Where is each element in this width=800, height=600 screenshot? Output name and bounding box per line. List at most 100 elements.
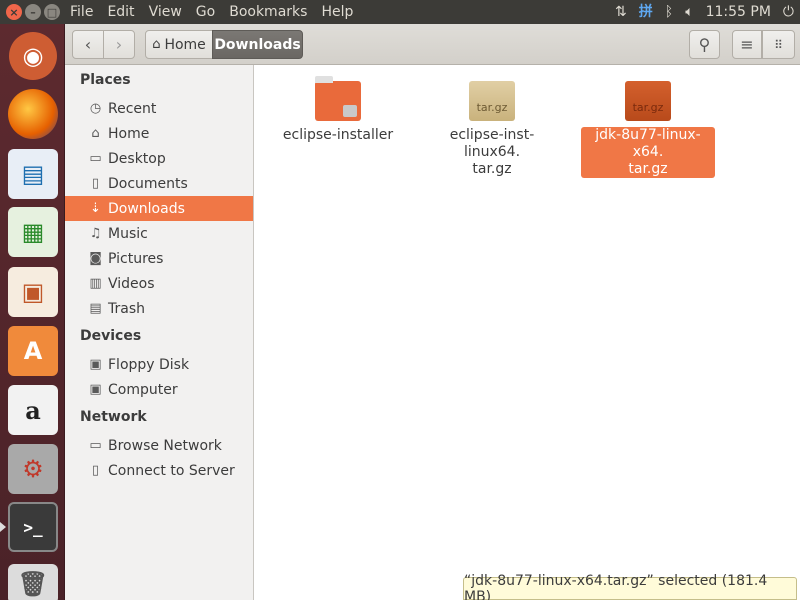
sidebar-item-label: Computer <box>108 381 178 398</box>
sidebar-item-label: Pictures <box>108 250 164 267</box>
sidebar-header-devices: Devices <box>80 328 142 344</box>
sidebar-item-label: Music <box>108 225 148 242</box>
film-icon: ▥ <box>89 276 102 291</box>
download-icon: ⇣ <box>90 201 101 216</box>
toolbar: ‹ › ⌂ Home Downloads ⚲ ≡ ⠿ <box>65 24 800 65</box>
impress-icon[interactable]: ▣ <box>8 267 58 317</box>
settings-icon[interactable]: ⚙ <box>8 444 58 494</box>
sidebar-item-downloads[interactable]: ⇣ Downloads <box>65 196 253 221</box>
menu-help[interactable]: Help <box>321 4 353 20</box>
drive-icon: ▣ <box>89 382 102 397</box>
sidebar-item-home[interactable]: ⌂ Home <box>65 121 253 146</box>
sidebar-item-label: Connect to Server <box>108 462 235 479</box>
folder-icon <box>315 76 361 121</box>
close-icon[interactable]: × <box>6 4 22 20</box>
file-item-jdk-8u77-linux-x64[interactable]: tar.gz jdk-8u77-linux-x64. tar.gz <box>581 81 715 178</box>
sidebar-item-computer[interactable]: ▣ Computer <box>65 377 253 402</box>
file-item-eclipse-inst-linux64[interactable]: tar.gz eclipse-inst-linux64. tar.gz <box>425 81 559 178</box>
path-home-button[interactable]: ⌂ Home <box>145 30 213 59</box>
network-icon: ▭ <box>89 438 102 453</box>
menu-bookmarks[interactable]: Bookmarks <box>229 4 307 20</box>
path-downloads-label: Downloads <box>214 36 301 53</box>
calc-icon[interactable]: ▦ <box>8 207 58 257</box>
chevron-right-icon: › <box>115 35 123 54</box>
sidebar: Places ◷ Recent ⌂ Home ▭ Desktop ▯ Documents… <box>65 65 254 600</box>
menu-button[interactable]: ≡ <box>732 30 762 59</box>
forward-button[interactable]: › <box>103 30 135 59</box>
sidebar-item-label: Home <box>108 125 150 142</box>
sidebar-item-label: Videos <box>108 275 155 292</box>
sidebar-item-documents[interactable]: ▯ Documents <box>65 171 253 196</box>
menu-go[interactable]: Go <box>196 4 215 20</box>
menu-view[interactable]: View <box>149 4 182 20</box>
file-label: eclipse-inst-linux64. tar.gz <box>449 127 535 177</box>
server-icon: ▯ <box>91 463 100 478</box>
floppy-icon: ▣ <box>89 357 102 372</box>
minimize-icon[interactable]: – <box>25 4 41 20</box>
sidebar-item-label: Browse Network <box>108 437 222 454</box>
sidebar-item-desktop[interactable]: ▭ Desktop <box>65 146 253 171</box>
sidebar-item-music[interactable]: ♫ Music <box>65 221 253 246</box>
volume-icon[interactable]: 🔈︎ <box>685 5 693 19</box>
sidebar-item-label: Documents <box>108 175 188 192</box>
search-button[interactable]: ⚲ <box>689 30 720 59</box>
sidebar-item-label: Desktop <box>108 150 166 167</box>
folder-icon: ▭ <box>89 151 102 166</box>
amazon-icon[interactable]: a <box>8 385 58 435</box>
sidebar-item-floppy-disk[interactable]: ▣ Floppy Disk <box>65 352 253 377</box>
file-view: eclipse-installer tar.gz eclipse-inst-li… <box>255 65 800 600</box>
power-icon[interactable]: ⏻ <box>783 5 794 19</box>
sidebar-item-videos[interactable]: ▥ Videos <box>65 271 253 296</box>
network-icon[interactable]: ⇅ <box>615 5 627 19</box>
terminal-icon[interactable]: >_ <box>8 502 58 552</box>
home-icon: ⌂ <box>152 37 161 52</box>
sidebar-item-pictures[interactable]: ◙ Pictures <box>65 246 253 271</box>
menu-file[interactable]: File <box>70 4 93 20</box>
clock[interactable]: 11:55 PM <box>706 4 771 20</box>
file-item-eclipse-installer[interactable]: eclipse-installer <box>271 76 405 144</box>
input-method-icon[interactable]: 拼 <box>639 5 653 19</box>
sidebar-item-connect-to-server[interactable]: ▯ Connect to Server <box>65 458 253 483</box>
trash-icon[interactable]: 🗑︎ <box>8 564 58 600</box>
bluetooth-icon[interactable]: ᛒ <box>665 5 673 19</box>
back-button[interactable]: ‹ <box>72 30 104 59</box>
hamburger-icon: ≡ <box>740 35 754 54</box>
window-controls: × – □ <box>0 4 66 20</box>
camera-icon: ◙ <box>89 251 102 266</box>
firefox-icon[interactable] <box>8 89 58 139</box>
sidebar-item-trash[interactable]: ▤ Trash <box>65 296 253 321</box>
search-icon: ⚲ <box>698 35 711 54</box>
clock-icon: ◷ <box>89 101 102 116</box>
grid-icon: ⠿ <box>774 37 783 52</box>
top-panel: × – □ File Edit View Go Bookmarks Help ⇅… <box>0 0 800 24</box>
path-downloads-button[interactable]: Downloads <box>212 30 303 59</box>
music-icon: ♫ <box>89 226 102 241</box>
sidebar-header-network: Network <box>80 409 147 425</box>
trash-icon: ▤ <box>89 301 102 316</box>
sidebar-item-label: Trash <box>108 300 145 317</box>
writer-icon[interactable]: ▤ <box>8 149 58 199</box>
launcher: ◉ ▤ ▦ ▣ A a ⚙ >_ 🗑︎ <box>0 24 65 600</box>
archive-icon: tar.gz <box>469 81 515 121</box>
status-bar: “jdk-8u77-linux-x64.tar.gz” selected (18… <box>463 573 797 600</box>
document-icon: ▯ <box>91 176 100 191</box>
software-center-icon[interactable]: A <box>8 326 58 376</box>
ubuntu-icon[interactable]: ◉ <box>9 32 57 80</box>
file-label-selected: jdk-8u77-linux-x64. tar.gz <box>581 127 715 178</box>
sidebar-item-label: Downloads <box>108 200 185 217</box>
sidebar-item-label: Recent <box>108 100 157 117</box>
sidebar-item-label: Floppy Disk <box>108 356 190 373</box>
sidebar-header-places: Places <box>80 72 131 88</box>
sidebar-item-recent[interactable]: ◷ Recent <box>65 96 253 121</box>
active-indicator-icon <box>0 522 6 532</box>
sidebar-item-browse-network[interactable]: ▭ Browse Network <box>65 433 253 458</box>
archive-icon: tar.gz <box>625 81 671 121</box>
maximize-icon[interactable]: □ <box>44 4 60 20</box>
lock-icon <box>343 105 357 117</box>
menu-edit[interactable]: Edit <box>107 4 134 20</box>
home-icon: ⌂ <box>91 126 100 141</box>
chevron-left-icon: ‹ <box>84 35 92 54</box>
menubar: File Edit View Go Bookmarks Help <box>66 4 353 20</box>
file-label: eclipse-installer <box>282 127 394 143</box>
view-grid-button[interactable]: ⠿ <box>762 30 795 59</box>
